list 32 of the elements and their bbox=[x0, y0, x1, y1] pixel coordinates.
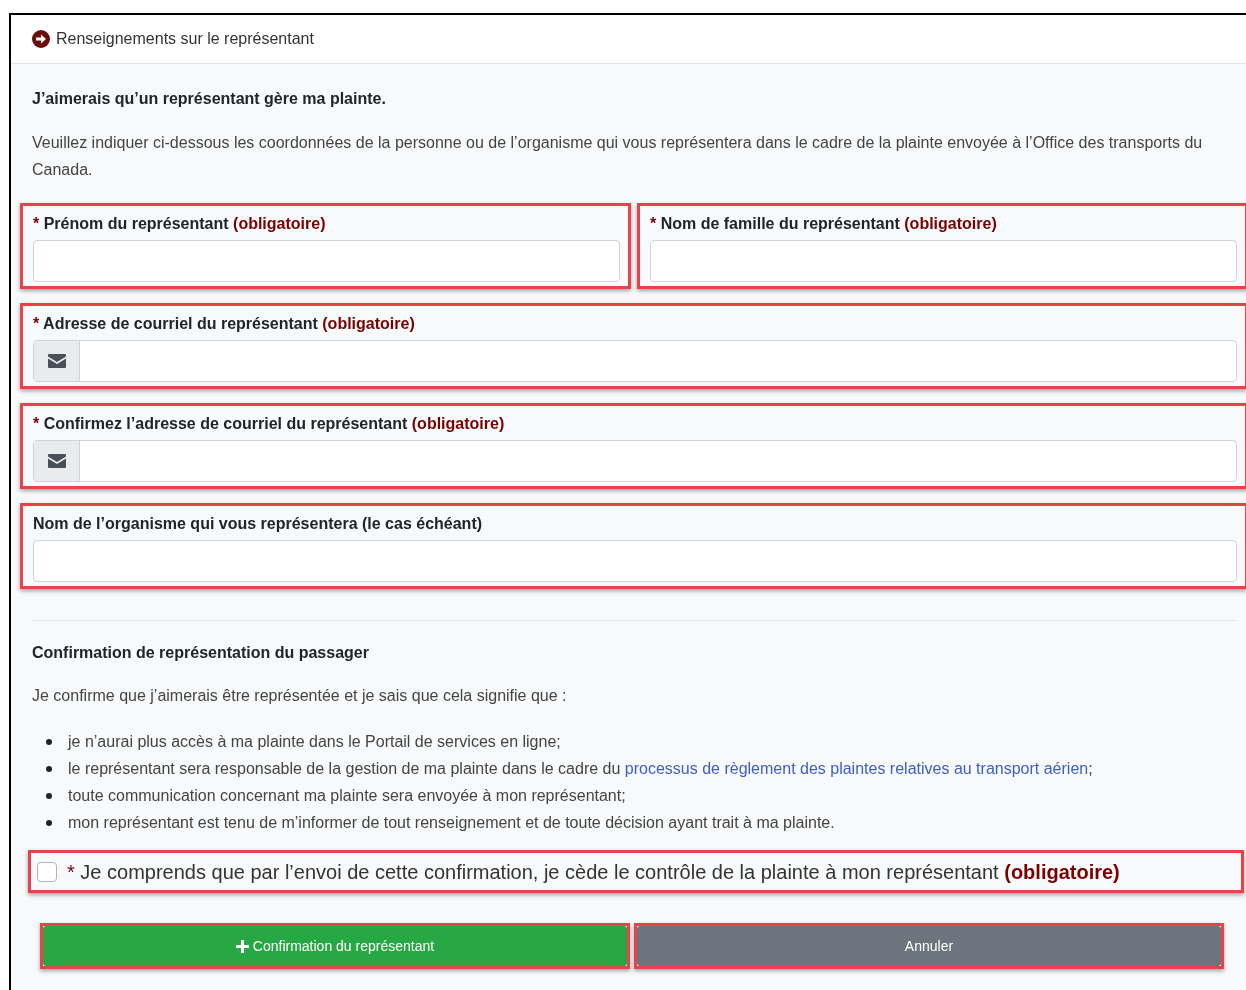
checkbox-label: * Je comprends que par l’envoi de cette confirmation, je cède le contrôle de la plainte à mon représentant (obligatoire) bbox=[67, 859, 1120, 885]
list-item-text: mon représentant est tenu de m’informer de tout renseignement et de toute décision ayant trait à ma plainte. bbox=[68, 813, 835, 833]
text-input-field[interactable] bbox=[650, 240, 1237, 282]
bullet-icon bbox=[46, 765, 52, 772]
envelope-icon bbox=[47, 354, 66, 368]
bullet-icon bbox=[46, 819, 52, 826]
intro-heading: J’aimerais qu’un représentant gère ma plainte. bbox=[32, 89, 387, 109]
list-item-text: toute communication concernant ma plainte sera envoyée à mon représentant; bbox=[68, 786, 626, 806]
email-input-field[interactable] bbox=[33, 340, 1237, 382]
list-item-text: le représentant sera responsable de la gestion de ma plainte dans le cadre du processus de règlement des plaintes relatives au transport aérien; bbox=[68, 759, 1093, 779]
list-item-text: je n’aurai plus accès à ma plainte dans le Portail de services en ligne; bbox=[68, 732, 561, 752]
section-title: Renseignements sur le représentant bbox=[56, 29, 314, 49]
field-label: * Confirmez l’adresse de courriel du représentant (obligatoire) bbox=[33, 414, 506, 434]
paragraph: Je confirme que j’aimerais être représentée et je sais que cela signifie que : bbox=[32, 686, 568, 706]
bullet-icon bbox=[46, 738, 52, 745]
field-label: * Prénom du représentant (obligatoire) bbox=[33, 214, 327, 234]
intro-paragraph: Veuillez indiquer ci-dessous les coordonnées de la personne ou de l’organisme qui vous représentera dans le cadre de la plainte envoyée à l’Office des transports du Canada. bbox=[32, 133, 1204, 180]
confirm-button[interactable]: Confirmation du représentant bbox=[43, 926, 627, 966]
section-heading: Confirmation de représentation du passager bbox=[32, 643, 370, 663]
field-label: * Nom de famille du représentant (obligatoire) bbox=[650, 214, 998, 234]
field-label: * Adresse de courriel du représentant (obligatoire) bbox=[33, 314, 416, 334]
text-input-field[interactable] bbox=[33, 240, 620, 282]
checkbox[interactable] bbox=[37, 861, 57, 882]
cancel-button[interactable]: Annuler bbox=[637, 926, 1221, 966]
email-input-field[interactable] bbox=[33, 440, 1237, 482]
link[interactable]: processus de règlement des plaintes relatives au transport aérien bbox=[624, 760, 1089, 777]
text-input-field[interactable] bbox=[33, 540, 1237, 582]
arrow-circle-icon bbox=[32, 30, 50, 48]
bullet-icon bbox=[46, 792, 52, 799]
field-label: Nom de l’organisme qui vous représentera (le cas échéant) bbox=[33, 514, 484, 534]
plus-icon bbox=[235, 939, 249, 953]
envelope-icon bbox=[47, 454, 66, 468]
